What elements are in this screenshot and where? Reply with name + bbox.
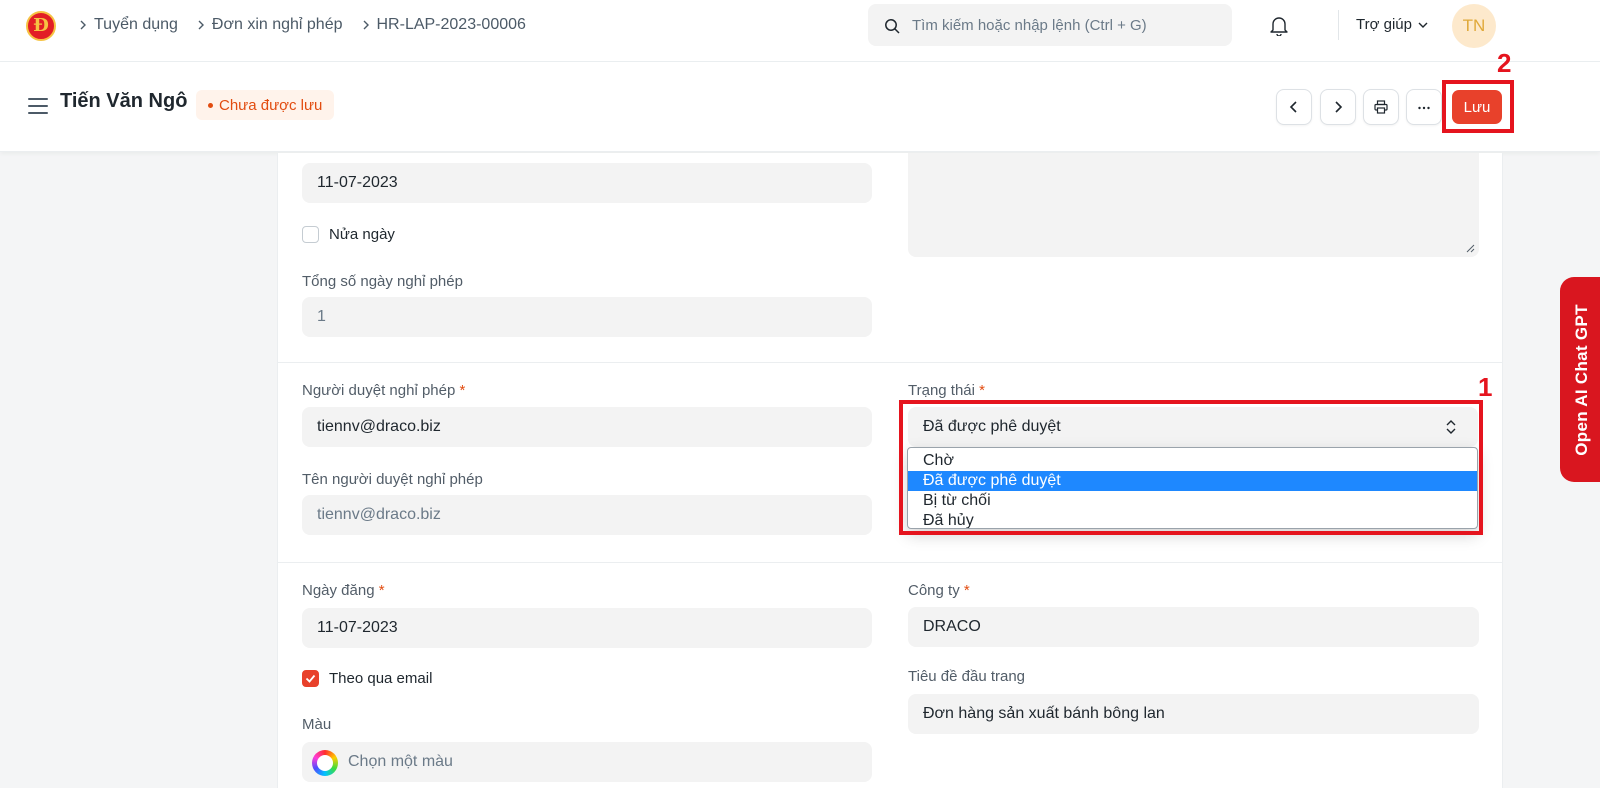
company-label: Công ty *: [908, 582, 970, 599]
help-dropdown[interactable]: Trợ giúp: [1356, 16, 1428, 33]
checkmark-icon: [305, 674, 316, 683]
approver-label: Người duyệt nghỉ phép *: [302, 382, 466, 399]
approver-name-field: tiennv@draco.biz: [302, 495, 872, 535]
previous-button[interactable]: [1276, 89, 1312, 125]
page-title: Tiến Văn Ngô: [60, 90, 188, 112]
search-input[interactable]: [912, 4, 1222, 46]
required-mark: *: [979, 382, 985, 399]
annotation-number-1: 1: [1478, 372, 1493, 402]
color-field[interactable]: Chọn một màu: [302, 742, 872, 782]
chevron-right-icon: [1335, 101, 1343, 113]
avatar[interactable]: TN: [1452, 4, 1496, 48]
color-wheel-icon[interactable]: [312, 750, 338, 776]
half-day-checkbox[interactable]: [302, 226, 319, 243]
required-mark: *: [963, 582, 970, 599]
posting-date-field[interactable]: 11-07-2023: [302, 608, 872, 648]
required-mark: *: [378, 582, 385, 599]
ellipsis-icon: [1418, 106, 1430, 110]
section-divider: [277, 362, 1503, 363]
chevron-right-icon: [190, 17, 212, 33]
top-navbar: Đ Tuyển dụng Đơn xin nghỉ phép HR-LAP-20…: [0, 0, 1600, 62]
half-day-label: Nửa ngày: [329, 226, 395, 243]
to-date-field[interactable]: 11-07-2023: [302, 163, 872, 203]
annotation-box-status: [899, 400, 1483, 535]
approver-field[interactable]: tiennv@draco.biz: [302, 407, 872, 447]
color-label: Màu: [302, 716, 332, 733]
chevron-right-icon: [72, 17, 94, 33]
next-button[interactable]: [1320, 89, 1356, 125]
breadcrumb: Tuyển dụng Đơn xin nghỉ phép HR-LAP-2023…: [72, 14, 538, 36]
annotation-number-2: 2: [1497, 48, 1512, 78]
search-icon: [885, 19, 900, 34]
breadcrumb-item-recruitment[interactable]: Tuyển dụng: [94, 16, 178, 34]
status-badge: Chưa được lưu: [196, 90, 335, 120]
breadcrumb-item-document[interactable]: HR-LAP-2023-00006: [377, 16, 526, 34]
more-actions-button[interactable]: [1406, 89, 1442, 125]
chevron-down-icon: [1418, 22, 1428, 28]
menu-icon[interactable]: [28, 98, 48, 114]
chat-gpt-tab-label: Open AI Chat GPT: [1572, 303, 1591, 456]
chevron-right-icon: [355, 17, 377, 33]
print-button[interactable]: [1363, 89, 1399, 125]
help-label: Trợ giúp: [1356, 16, 1412, 33]
approver-name-label: Tên người duyệt nghỉ phép: [302, 471, 483, 488]
required-mark: *: [459, 382, 466, 399]
breadcrumb-item-leave-application[interactable]: Đơn xin nghỉ phép: [212, 16, 343, 34]
posting-date-label: Ngày đăng *: [302, 582, 385, 599]
reason-textarea[interactable]: [908, 153, 1479, 257]
page-header: Tiến Văn Ngô Chưa được lưu Lưu: [0, 62, 1600, 152]
section-divider: [277, 562, 1503, 563]
bell-icon[interactable]: [1268, 14, 1290, 36]
letter-head-label: Tiêu đề đầu trang: [908, 668, 1026, 685]
navbar-divider: [1338, 10, 1339, 40]
company-field[interactable]: DRACO: [908, 607, 1479, 647]
letter-head-field[interactable]: Đơn hàng sản xuất bánh bông lan: [908, 694, 1479, 734]
status-badge-label: Chưa được lưu: [219, 96, 323, 114]
follow-email-checkbox[interactable]: [302, 670, 319, 687]
follow-email-label: Theo qua email: [329, 670, 433, 687]
chat-gpt-side-tab[interactable]: Open AI Chat GPT: [1560, 277, 1600, 482]
printer-icon: [1374, 100, 1388, 114]
chevron-left-icon: [1289, 101, 1297, 113]
app-logo[interactable]: Đ: [26, 11, 56, 41]
status-label: Trạng thái *: [908, 382, 985, 399]
search-bar[interactable]: [868, 4, 1232, 46]
total-days-field: 1: [302, 297, 872, 337]
annotation-box-save: [1442, 80, 1514, 133]
resize-handle-icon[interactable]: [1466, 244, 1475, 253]
status-dot: [208, 102, 213, 108]
total-days-label: Tổng số ngày nghỉ phép: [302, 273, 463, 290]
